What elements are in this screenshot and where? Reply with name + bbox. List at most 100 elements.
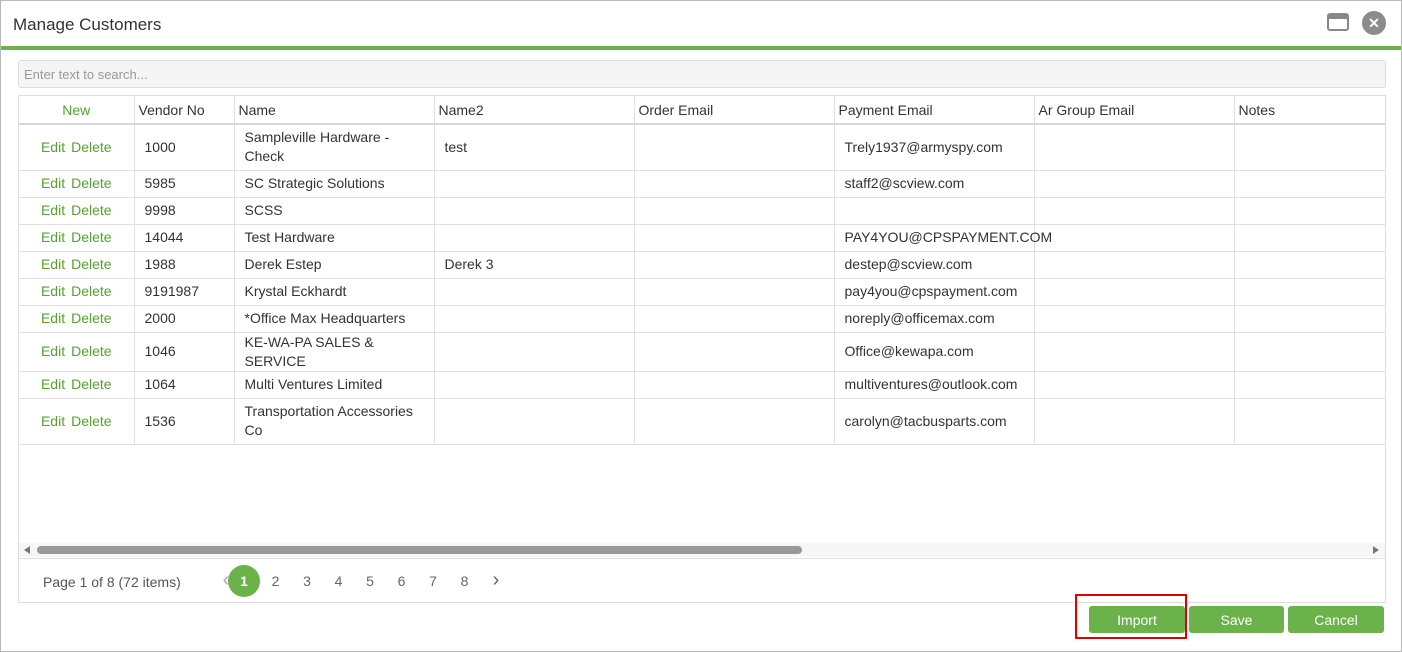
name-cell: Transportation Accessories Co (234, 398, 435, 445)
delete-button[interactable]: Delete (71, 343, 111, 359)
delete-button[interactable]: Delete (71, 229, 111, 245)
payment-email-cell: Trely1937@armyspy.com (834, 124, 1035, 171)
close-icon[interactable]: ✕ (1362, 11, 1386, 35)
ar-group-email-cell (1034, 305, 1235, 333)
delete-button[interactable]: Delete (71, 310, 111, 326)
table-row[interactable]: Edit Delete 1000 Sampleville Hardware - Che… (19, 124, 1385, 171)
page-7-button[interactable]: 7 (417, 565, 449, 597)
name-cell: Krystal Eckhardt (234, 278, 435, 306)
order-email-cell (634, 332, 835, 372)
window-maximize-icon[interactable] (1327, 13, 1349, 31)
table-row[interactable]: Edit Delete 9998 SCSS (19, 197, 1385, 225)
row-actions: Edit Delete (19, 371, 135, 399)
search-input[interactable] (18, 60, 1386, 88)
column-header-name2[interactable]: Name2 (434, 96, 635, 125)
payment-email-cell: staff2@scview.com (834, 170, 1035, 198)
table-row[interactable]: Edit Delete 5985 SC Strategic Solutions staf… (19, 170, 1385, 198)
table-row[interactable]: Edit Delete 14044 Test Hardware PAY4YOU@CPSP… (19, 224, 1385, 252)
name2-cell (434, 371, 635, 399)
page-2-button[interactable]: 2 (260, 565, 292, 597)
payment-email-cell: PAY4YOU@CPSPAYMENT.COM (834, 224, 1052, 252)
name-cell: Sampleville Hardware - Check (234, 124, 435, 171)
scrollbar-thumb[interactable] (37, 546, 802, 554)
page-5-button[interactable]: 5 (354, 565, 386, 597)
delete-button[interactable]: Delete (71, 175, 111, 191)
delete-button[interactable]: Delete (71, 376, 111, 392)
order-email-cell (634, 305, 835, 333)
payment-email-cell: multiventures@outlook.com (834, 371, 1035, 399)
notes-cell (1234, 197, 1385, 225)
name-cell: Multi Ventures Limited (234, 371, 435, 399)
name-cell: Derek Estep (234, 251, 435, 279)
delete-button[interactable]: Delete (71, 256, 111, 272)
payment-email-cell: destep@scview.com (834, 251, 1035, 279)
header-row: New Vendor No Name Name2 Order Email Pay… (19, 96, 1385, 125)
page-4-button[interactable]: 4 (323, 565, 355, 597)
column-header-order-email[interactable]: Order Email (634, 96, 835, 125)
name-cell: Test Hardware (234, 224, 435, 252)
name-cell: SCSS (234, 197, 435, 225)
table-row[interactable]: Edit Delete 1536 Transportation Accessories… (19, 398, 1385, 445)
table-row[interactable]: Edit Delete 9191987 Krystal Eckhardt pay4you… (19, 278, 1385, 306)
ar-group-email-cell (1034, 170, 1235, 198)
table-row[interactable]: Edit Delete 1988 Derek Estep Derek 3 destep@s… (19, 251, 1385, 279)
notes-cell (1234, 124, 1385, 171)
scroll-left-arrow-icon[interactable] (24, 546, 30, 554)
column-header-payment-email[interactable]: Payment Email (834, 96, 1035, 125)
notes-cell (1234, 398, 1385, 445)
table-row[interactable]: Edit Delete 1064 Multi Ventures Limited mult… (19, 371, 1385, 399)
column-header-name[interactable]: Name (234, 96, 435, 125)
horizontal-scrollbar[interactable] (19, 543, 1385, 557)
delete-button[interactable]: Delete (71, 413, 111, 429)
ar-group-email-cell (1034, 278, 1235, 306)
edit-button[interactable]: Edit (41, 229, 65, 245)
save-button[interactable]: Save (1189, 606, 1284, 633)
page-8-button[interactable]: 8 (449, 565, 481, 597)
edit-button[interactable]: Edit (41, 376, 65, 392)
name2-cell (434, 278, 635, 306)
ar-group-email-cell (1034, 224, 1235, 252)
column-header-notes[interactable]: Notes (1234, 96, 1385, 125)
dialog-title: Manage Customers (13, 15, 162, 34)
name2-cell: Derek 3 (434, 251, 635, 279)
row-actions: Edit Delete (19, 124, 135, 171)
new-button[interactable]: New (19, 96, 135, 125)
edit-button[interactable]: Edit (41, 283, 65, 299)
customers-table: New Vendor No Name Name2 Order Email Pay… (19, 96, 1385, 445)
edit-button[interactable]: Edit (41, 202, 65, 218)
ar-group-email-cell (1034, 371, 1235, 399)
chevron-right-icon[interactable]: › (489, 570, 503, 590)
cancel-button[interactable]: Cancel (1288, 606, 1384, 633)
vendor-no-cell: 1046 (134, 332, 235, 372)
notes-cell (1234, 371, 1385, 399)
row-actions: Edit Delete (19, 224, 135, 252)
edit-button[interactable]: Edit (41, 256, 65, 272)
edit-button[interactable]: Edit (41, 310, 65, 326)
delete-button[interactable]: Delete (71, 283, 111, 299)
edit-button[interactable]: Edit (41, 413, 65, 429)
edit-button[interactable]: Edit (41, 343, 65, 359)
page-numbers: 12345678 (228, 565, 480, 597)
edit-button[interactable]: Edit (41, 139, 65, 155)
table-row[interactable]: Edit Delete 1046 KE-WA-PA SALES & SERVICE Of… (19, 332, 1385, 372)
name-cell: *Office Max Headquarters (234, 305, 435, 333)
delete-button[interactable]: Delete (71, 139, 111, 155)
row-actions: Edit Delete (19, 251, 135, 279)
edit-button[interactable]: Edit (41, 175, 65, 191)
customers-grid: New Vendor No Name Name2 Order Email Pay… (18, 95, 1386, 603)
order-email-cell (634, 197, 835, 225)
ar-group-email-cell (1034, 332, 1235, 372)
page-6-button[interactable]: 6 (386, 565, 418, 597)
vendor-no-cell: 14044 (134, 224, 235, 252)
column-header-vendor-no[interactable]: Vendor No (134, 96, 235, 125)
delete-button[interactable]: Delete (71, 202, 111, 218)
table-row[interactable]: Edit Delete 2000 *Office Max Headquarters no… (19, 305, 1385, 333)
vendor-no-cell: 1064 (134, 371, 235, 399)
scroll-right-arrow-icon[interactable] (1373, 546, 1379, 554)
page-1-button[interactable]: 1 (228, 565, 260, 597)
page-3-button[interactable]: 3 (291, 565, 323, 597)
column-header-ar-group-email[interactable]: Ar Group Email (1034, 96, 1235, 125)
payment-email-cell (834, 197, 1035, 225)
name2-cell (434, 332, 635, 372)
row-actions: Edit Delete (19, 332, 135, 372)
